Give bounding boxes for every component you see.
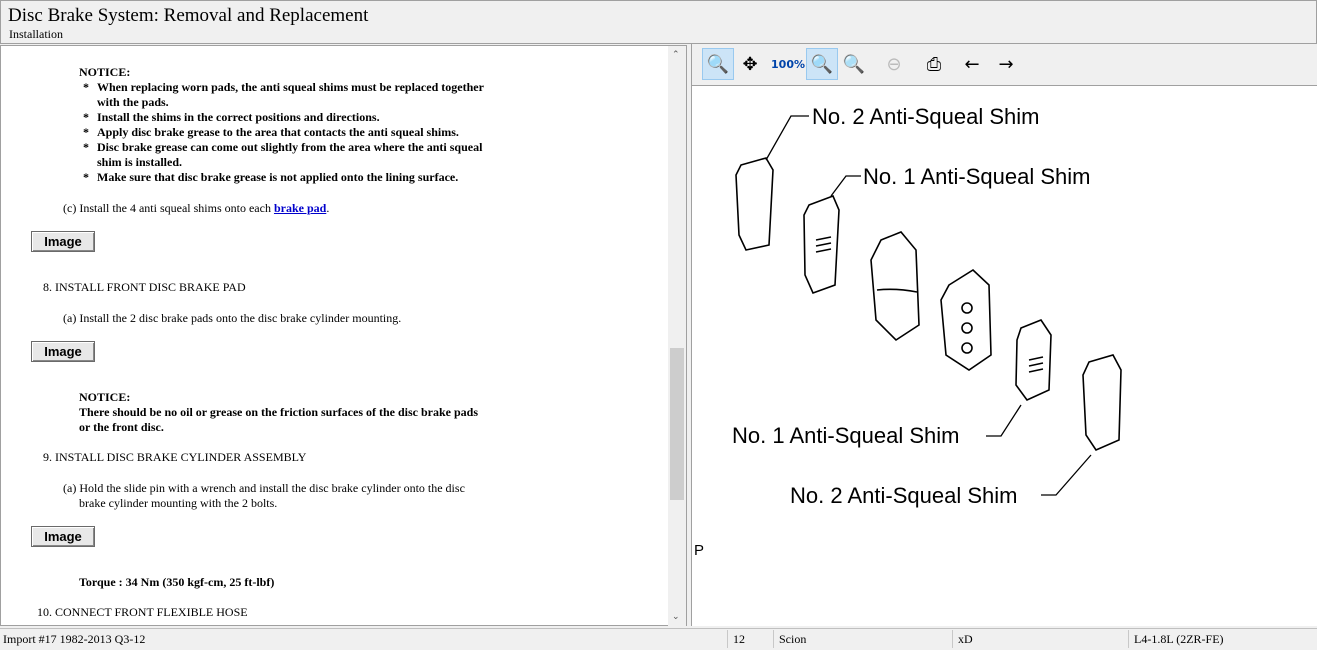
- bullet: *: [83, 170, 89, 184]
- step-9a: (a) Hold the slide pin with a wrench and…: [63, 481, 465, 495]
- divider: [1128, 630, 1129, 648]
- brake-pad-left: [870, 231, 920, 342]
- image-button[interactable]: Image: [31, 231, 95, 252]
- notice-line: or the front disc.: [79, 420, 164, 434]
- pan-icon[interactable]: ✥: [734, 48, 766, 80]
- step-c-end: .: [326, 201, 330, 215]
- zoom-100-icon[interactable]: 100%: [771, 48, 805, 80]
- notice-item: Make sure that disc brake grease is not …: [97, 170, 459, 184]
- procedure-pane: NOTICE: * When replacing worn pads, the …: [0, 45, 687, 626]
- status-make: Scion: [779, 632, 807, 646]
- step-8-heading: 8. INSTALL FRONT DISC BRAKE PAD: [43, 280, 246, 294]
- previous-image-icon[interactable]: ←: [956, 48, 988, 80]
- notice-line: There should be no oil or grease on the …: [79, 405, 479, 419]
- bullet: *: [83, 125, 89, 139]
- step-c-text: (c) Install the 4 anti squeal shims onto…: [63, 201, 274, 215]
- image-viewer: 🔍 ✥ 100% 🔍 🔍 ⊖ ⎙ ← → No. 2 Anti-Squeal S…: [691, 44, 1317, 626]
- status-import: Import #17 1982-2013 Q3-12: [3, 632, 146, 646]
- bullet: *: [83, 80, 89, 94]
- scroll-down-icon[interactable]: ⌄: [672, 612, 680, 622]
- divider: [952, 630, 953, 648]
- brake-pad-diagram: No. 2 Anti-Squeal Shim No. 1 Anti-Squeal…: [694, 104, 1122, 559]
- corner-mark: P: [694, 542, 704, 559]
- status-engine: L4-1.8L (2ZR-FE): [1134, 632, 1224, 646]
- label-no2-shim-top: No. 2 Anti-Squeal Shim: [812, 104, 1039, 129]
- print-icon[interactable]: ⎙: [918, 48, 950, 80]
- shim-no2-right: [1082, 354, 1122, 452]
- notice-item: with the pads.: [97, 95, 169, 109]
- notice-title: NOTICE:: [79, 390, 131, 404]
- step-c: (c) Install the 4 anti squeal shims onto…: [63, 201, 329, 216]
- torque-spec: Torque : 34 Nm (350 kgf-cm, 25 ft-lbf): [79, 575, 275, 589]
- step-10-heading: 10. CONNECT FRONT FLEXIBLE HOSE: [37, 605, 248, 619]
- status-number: 12: [733, 632, 745, 646]
- zoom-width-icon[interactable]: 🔍: [838, 48, 870, 80]
- step-8a: (a) Install the 2 disc brake pads onto t…: [63, 311, 402, 325]
- status-bar: Import #17 1982-2013 Q3-12 12 Scion xD L…: [0, 628, 1317, 650]
- page-subtitle: Installation: [9, 27, 63, 41]
- zoom-fit-icon[interactable]: 🔍: [806, 48, 838, 80]
- brake-pad-link[interactable]: brake pad: [274, 201, 326, 215]
- zoom-out-icon[interactable]: ⊖: [878, 48, 910, 80]
- page-title: Disc Brake System: Removal and Replaceme…: [8, 5, 369, 26]
- title-bar: Disc Brake System: Removal and Replaceme…: [0, 0, 1317, 44]
- bullet: *: [83, 110, 89, 124]
- zoom-in-icon[interactable]: 🔍: [702, 48, 734, 80]
- notice-item: shim is installed.: [97, 155, 183, 169]
- bullet: *: [83, 140, 89, 154]
- notice-item: Install the shims in the correct positio…: [97, 110, 380, 124]
- notice-item: When replacing worn pads, the anti squea…: [97, 80, 484, 94]
- step-9-heading: 9. INSTALL DISC BRAKE CYLINDER ASSEMBLY: [43, 450, 307, 464]
- shim-no2-left: [735, 157, 774, 251]
- notice-item: Disc brake grease can come out slightly …: [97, 140, 483, 154]
- step-9a: brake cylinder mounting with the 2 bolts…: [79, 496, 278, 510]
- status-model: xD: [958, 632, 973, 646]
- scroll-up-icon[interactable]: ⌃: [672, 50, 680, 60]
- notice-item: Apply disc brake grease to the area that…: [97, 125, 459, 139]
- divider: [727, 630, 728, 648]
- image-button[interactable]: Image: [31, 341, 95, 362]
- divider: [773, 630, 774, 648]
- image-button[interactable]: Image: [31, 526, 95, 547]
- next-image-icon[interactable]: →: [990, 48, 1022, 80]
- brake-pad-right: [940, 268, 992, 371]
- notice-title: NOTICE:: [79, 65, 131, 79]
- label-no1-shim-top: No. 1 Anti-Squeal Shim: [863, 164, 1090, 189]
- scroll-thumb[interactable]: [670, 348, 684, 500]
- viewer-toolbar: 🔍 ✥ 100% 🔍 🔍 ⊖ ⎙ ← →: [692, 44, 1317, 86]
- label-no1-shim-bottom: No. 1 Anti-Squeal Shim: [732, 423, 959, 448]
- label-no2-shim-bottom: No. 2 Anti-Squeal Shim: [790, 483, 1017, 508]
- vertical-scrollbar[interactable]: ⌃ ⌄: [668, 46, 686, 626]
- shim-no1-right: [1015, 319, 1052, 401]
